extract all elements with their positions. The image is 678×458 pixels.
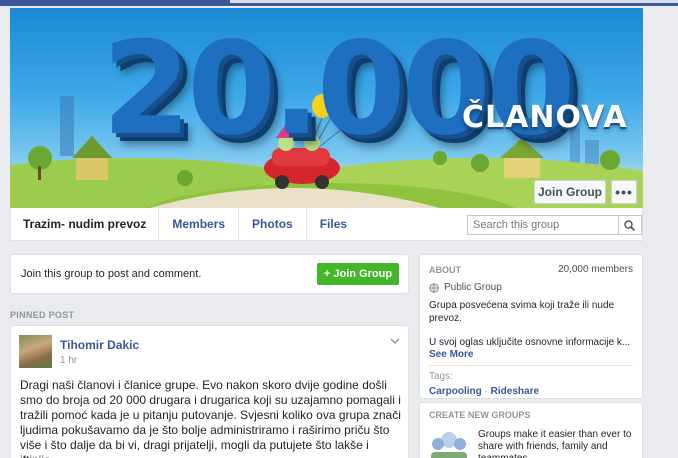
about-card: ABOUT 20,000 members Public Group Grupa … [419,254,643,399]
join-prompt-card: Join this group to post and comment. + J… [10,254,409,294]
cover-title: ČLANOVA [462,100,628,135]
join-group-green-button[interactable]: + Join Group [317,263,399,285]
pinned-post-label: PINNED POST [10,310,75,320]
see-more-link[interactable]: See More [429,349,473,360]
privacy-label: Public Group [444,282,502,293]
more-options-button[interactable]: ••• [611,180,637,204]
create-groups-text: Groups make it easier than ever to share… [478,429,632,458]
search-input[interactable] [468,216,618,234]
tab-files[interactable]: Files [307,208,360,240]
members-count[interactable]: 20,000 members [558,264,633,275]
group-name[interactable]: Trazim- nudim prevoz [11,208,160,240]
group-navigation: Trazim- nudim prevoz Members Photos File… [10,208,643,241]
tab-members[interactable]: Members [159,208,240,240]
chevron-down-icon[interactable] [390,336,400,346]
cover-photo: 20.000 ČLANOVA Join Group ••• [10,8,643,208]
create-groups-heading: CREATE NEW GROUPS [429,410,531,420]
search-icon[interactable] [618,216,640,234]
tag-carpooling[interactable]: Carpooling [429,386,482,397]
tags-list: Carpooling · Rideshare [429,386,539,397]
post-body: Dragi naši članovi i članice grupe. Evo … [20,378,401,458]
join-group-button[interactable]: Join Group [534,180,606,204]
tab-photos[interactable]: Photos [239,208,307,240]
post-author[interactable]: Tihomir Dakic [60,338,139,352]
tags-heading: Tags: [429,371,453,382]
tag-separator: · [481,386,491,397]
pinned-post: Tihomir Dakic 1 hr Dragi naši članovi i … [10,325,409,458]
groups-illustration-icon [431,432,467,458]
group-description-more: U svoj oglas uključite osnovne informaci… [429,337,631,348]
top-bar-strip [230,0,678,3]
avatar[interactable] [19,335,52,368]
privacy-row: Public Group [429,282,502,293]
about-heading: ABOUT [429,265,461,275]
join-prompt-text: Join this group to post and comment. [21,268,202,280]
globe-icon [429,282,439,293]
create-groups-card: CREATE NEW GROUPS Groups make it easier … [419,402,643,458]
post-timestamp[interactable]: 1 hr [60,355,77,366]
divider [429,365,633,366]
group-search [467,215,642,235]
tag-rideshare[interactable]: Rideshare [491,386,539,397]
group-description: Grupa posvećena svima koji traže ili nud… [429,300,615,324]
